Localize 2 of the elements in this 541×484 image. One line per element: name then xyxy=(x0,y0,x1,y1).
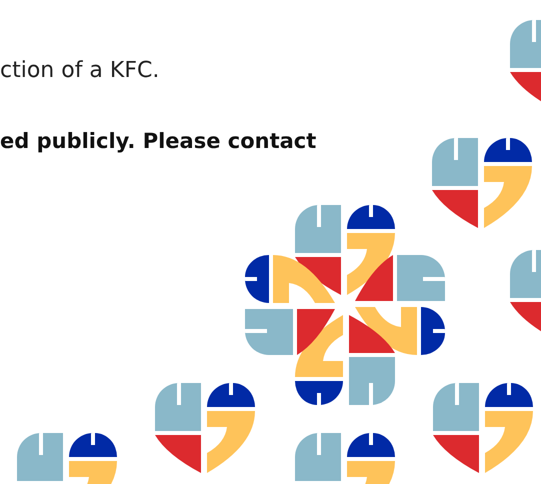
paragraph-text: ction of a KFC. xyxy=(0,57,160,85)
paragraph-text: ed publicly. Please contact xyxy=(0,128,316,155)
